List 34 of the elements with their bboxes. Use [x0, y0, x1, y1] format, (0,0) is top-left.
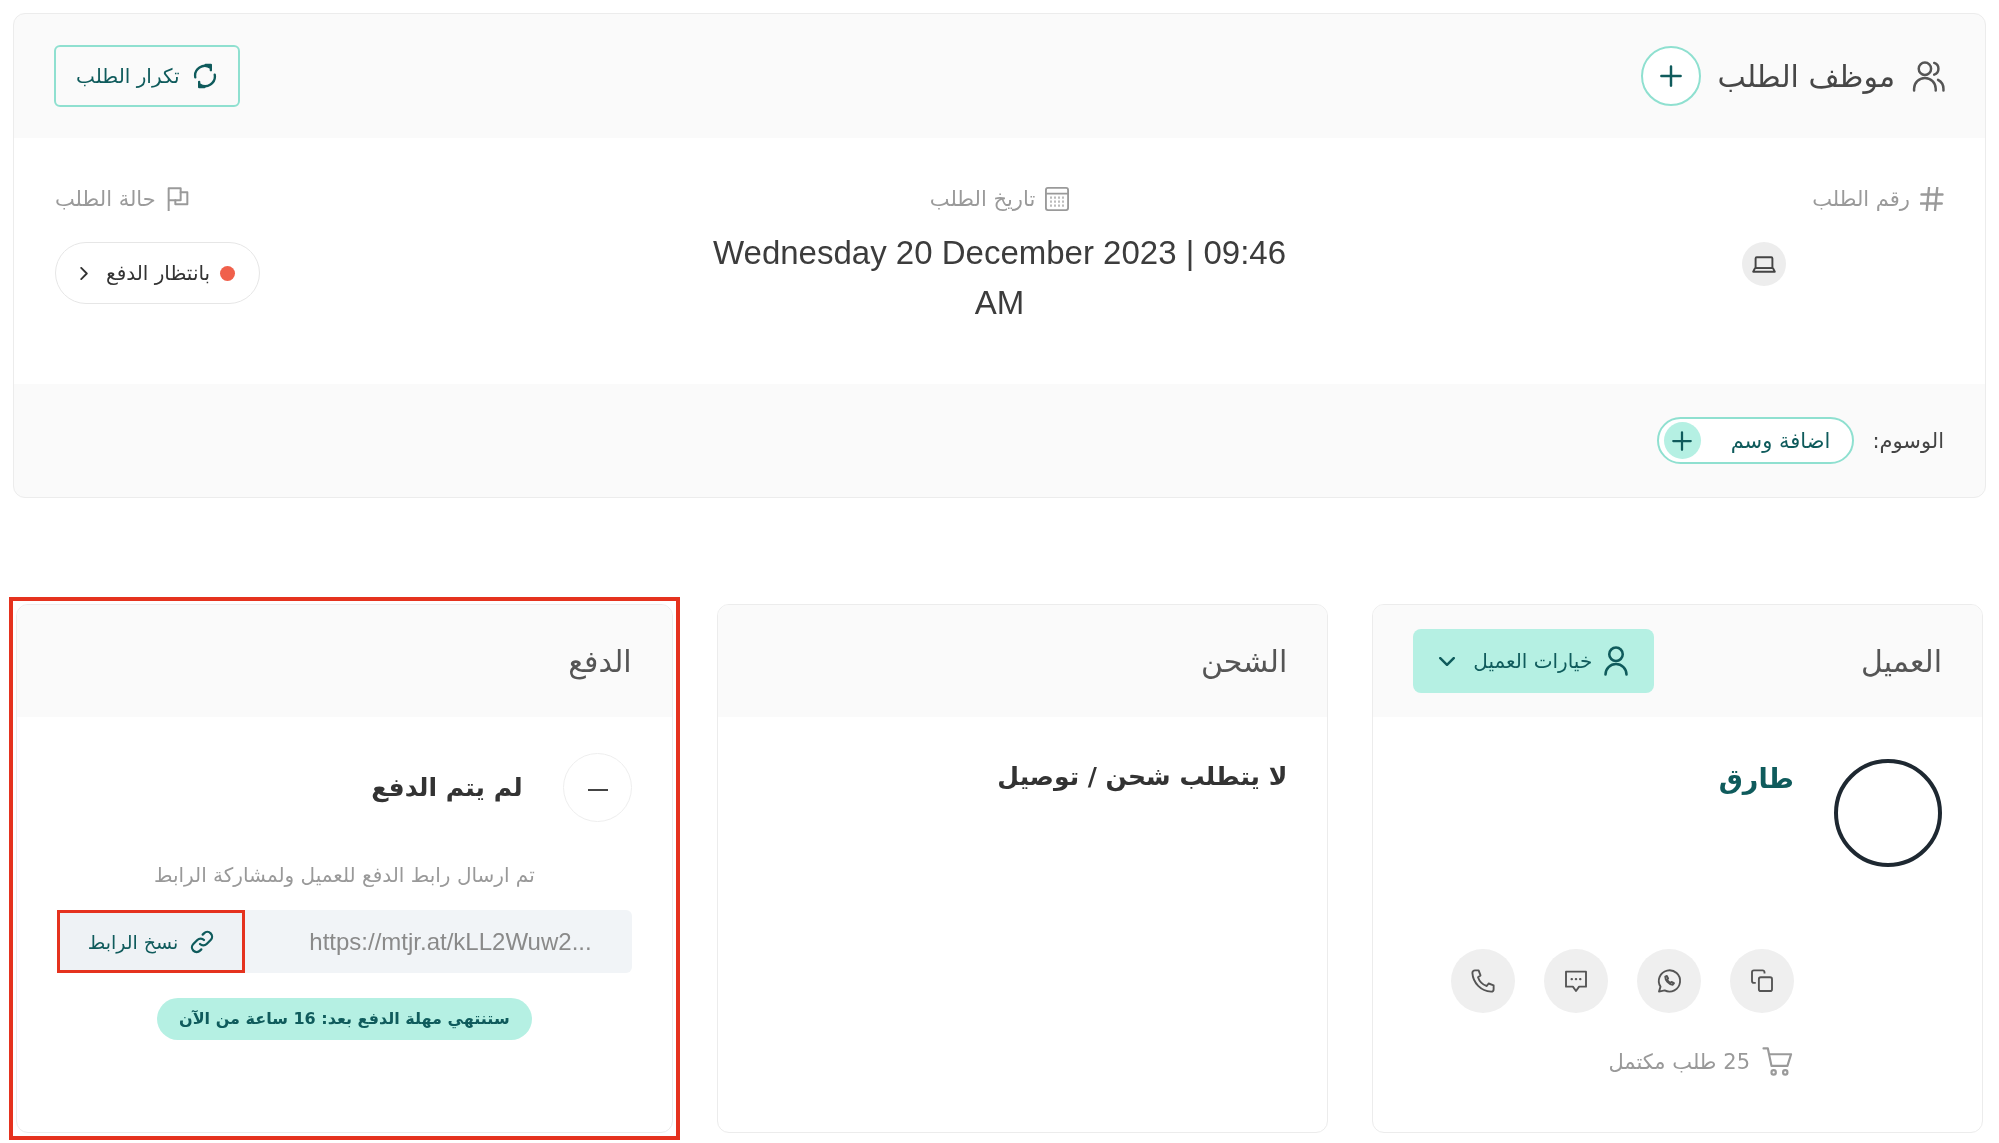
cart-icon [1762, 1047, 1794, 1076]
order-date: Wednesday 20 December 2023 | 09:46 AM [712, 233, 1287, 323]
card-title: الشحن [1200, 643, 1288, 679]
plus-icon [1663, 422, 1701, 459]
add-tag-button[interactable]: اضافة وسم [1656, 417, 1855, 464]
field-label: تاريخ الطلب [929, 187, 1036, 211]
tags-label: الوسوم: [1872, 428, 1944, 453]
field-label: حالة الطلب [55, 187, 156, 211]
plus-icon [1660, 65, 1683, 87]
customer-name: طارق [1718, 762, 1794, 797]
field-label: رقم الطلب [1812, 187, 1910, 211]
user-icon [1604, 646, 1629, 676]
section-title: موظف الطلب [1717, 58, 1895, 94]
card-title: العميل [1860, 643, 1942, 679]
payment-note: تم ارسال رابط الدفع للعميل ولمشاركة الرابط [152, 862, 536, 889]
link-icon [190, 929, 215, 954]
copy-link-button[interactable]: نسخ الرابط [57, 910, 245, 973]
payment-status: لم يتم الدفع [371, 771, 523, 805]
chevron-icon [80, 266, 88, 280]
completed-orders: 25 طلب مكتمل [1608, 1049, 1750, 1074]
minus-icon [562, 753, 632, 822]
reorder-button[interactable]: تكرار الطلب [54, 45, 240, 107]
shipping-note: لا يتطلب شحن / توصيل [997, 762, 1288, 791]
deadline-badge: ستنتهي مهلة الدفع بعد: 16 ساعة من الآن [157, 998, 532, 1040]
status-dropdown[interactable]: بانتظار الدفع [55, 242, 261, 304]
calendar-icon [1045, 187, 1070, 211]
customer-options-button[interactable]: خيارات العميل [1413, 629, 1655, 693]
flag-icon [165, 187, 190, 211]
chevron-down-icon [1439, 656, 1456, 666]
users-icon [1911, 60, 1945, 92]
laptop-icon [1742, 242, 1786, 286]
hash-icon [1920, 187, 1944, 211]
card-title: الدفع [568, 643, 632, 679]
refresh-icon [191, 63, 218, 89]
